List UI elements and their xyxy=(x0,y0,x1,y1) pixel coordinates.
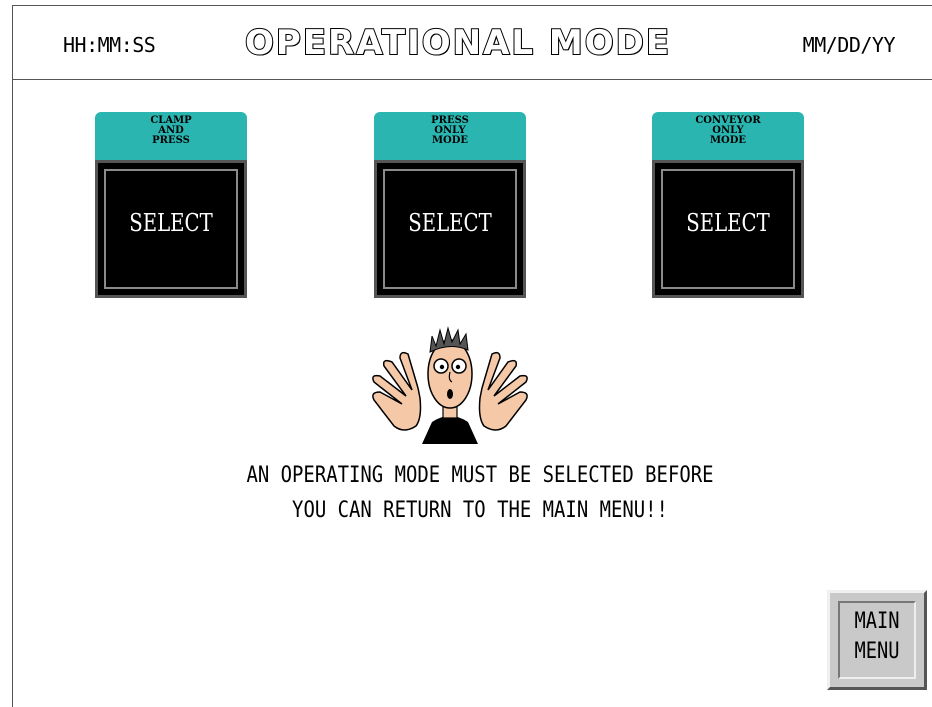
select-label: SELECT xyxy=(129,209,213,237)
time-display: HH:MM:SS xyxy=(63,33,156,57)
warning-message-line-1: AN OPERATING MODE MUST BE SELECTED BEFOR… xyxy=(246,463,714,488)
mode-label: CLAMP AND PRESS xyxy=(95,112,247,160)
alarmed-man-icon xyxy=(372,326,528,444)
select-conveyor-only-button[interactable]: SELECT xyxy=(652,160,804,298)
warning-message-line-2: YOU CAN RETURN TO THE MAIN MENU!! xyxy=(292,498,668,523)
main-menu-label: MAIN MENU xyxy=(854,609,900,664)
select-press-only-button[interactable]: SELECT xyxy=(374,160,526,298)
header-bar: HH:MM:SS OPERATIONAL MODE MM/DD/YY xyxy=(13,6,932,80)
main-menu-button[interactable]: MAIN MENU xyxy=(827,590,927,690)
mode-label: PRESS ONLY MODE xyxy=(374,112,526,160)
mode-clamp-and-press: CLAMP AND PRESS SELECT xyxy=(95,112,247,298)
select-clamp-and-press-button[interactable]: SELECT xyxy=(95,160,247,298)
date-display: MM/DD/YY xyxy=(802,33,896,57)
select-label: SELECT xyxy=(686,209,770,237)
page-title: OPERATIONAL MODE xyxy=(244,22,672,64)
mode-label: CONVEYOR ONLY MODE xyxy=(652,112,804,160)
select-label: SELECT xyxy=(408,209,492,237)
mode-press-only: PRESS ONLY MODE SELECT xyxy=(374,112,526,298)
mode-conveyor-only: CONVEYOR ONLY MODE SELECT xyxy=(652,112,804,298)
